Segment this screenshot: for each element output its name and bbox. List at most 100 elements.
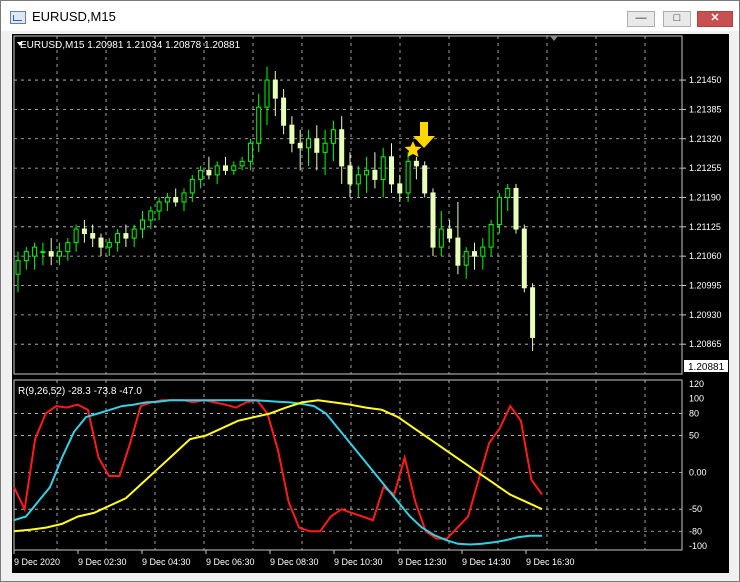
time-label: 9 Dec 04:30 [142, 557, 191, 567]
time-label: 9 Dec 2020 [14, 557, 60, 567]
candle [148, 206, 154, 230]
candle-body [48, 251, 54, 257]
candle [430, 188, 436, 257]
candle-body [247, 142, 253, 162]
candle-body [438, 228, 444, 248]
candle-body [57, 251, 62, 257]
candle-body [289, 124, 295, 144]
candle-body [40, 251, 46, 254]
candle-body [513, 187, 519, 230]
candle [223, 156, 228, 175]
price-tick-label: 1.20865 [689, 339, 722, 349]
candle-body [81, 228, 87, 235]
indicator-tick-label: 80 [689, 408, 699, 418]
candle-body [505, 187, 511, 198]
close-icon: ✕ [710, 12, 720, 24]
candle [81, 220, 87, 243]
candle-body [496, 196, 502, 226]
candle-body [430, 192, 436, 248]
terminal-window: EURUSD,M15 — □ ✕ 1.21450 1.21385 1.21320 1.… [0, 0, 740, 582]
candle [106, 238, 112, 257]
candle-body [339, 129, 345, 167]
candle [140, 211, 145, 239]
time-label: 9 Dec 08:30 [270, 557, 319, 567]
candle [364, 156, 370, 193]
candle-body [314, 138, 320, 153]
current-price-label: 1.20881 [688, 362, 725, 373]
candle [488, 220, 494, 257]
candle-body [397, 183, 403, 194]
candle [181, 188, 187, 211]
candle [90, 224, 96, 248]
candle-body [189, 178, 195, 194]
indicator-series-9 [13, 399, 543, 540]
chart-area[interactable]: 1.21450 1.21385 1.21320 1.21255 1.21190 1.211… [12, 34, 729, 573]
indicator-tick-label: 50 [689, 431, 699, 441]
candle-body [488, 224, 494, 248]
candle [247, 138, 253, 171]
candle-body [405, 160, 411, 194]
candle-body [198, 169, 204, 180]
candle-body [413, 160, 419, 167]
price-tick-label: 1.21255 [689, 163, 722, 173]
price-tick-label: 1.21125 [689, 222, 721, 232]
candle-body [131, 228, 137, 239]
candle [521, 224, 527, 293]
minimize-button[interactable]: — [627, 11, 655, 27]
candle-body [214, 165, 220, 176]
indicator-series-52 [13, 399, 543, 533]
candle-body [115, 233, 121, 244]
candle-body [65, 242, 71, 253]
indicator-tick-label: -100 [689, 541, 707, 551]
candle-body [181, 192, 187, 203]
candle-body [389, 156, 394, 185]
candle-body [463, 251, 469, 266]
candle [289, 116, 295, 153]
candle [189, 174, 195, 202]
maximize-button[interactable]: □ [663, 11, 691, 27]
price-tick-label: 1.21385 [689, 104, 722, 114]
candle [23, 247, 29, 270]
candle [330, 120, 336, 162]
candle [472, 242, 477, 270]
candle [530, 283, 536, 351]
candle [65, 238, 71, 261]
candle-body [23, 251, 29, 262]
chart-header: EURUSD,M15 1.20981 1.21034 1.20878 1.208… [20, 40, 241, 51]
candle [397, 174, 403, 202]
price-tick-label: 1.20930 [689, 310, 722, 320]
candle-body [347, 165, 353, 185]
candle [73, 224, 79, 252]
candle-body [447, 228, 453, 239]
candle-body [164, 196, 170, 203]
candle [438, 211, 444, 257]
candle-body [472, 251, 477, 257]
candle [264, 66, 270, 126]
candle [123, 224, 129, 248]
candle [32, 242, 38, 270]
star-icon [404, 141, 422, 157]
price-tick-label: 1.21060 [689, 251, 722, 261]
indicator-tick-label: -80 [689, 526, 702, 536]
candle [355, 165, 361, 198]
candle-body [223, 165, 228, 171]
candle [98, 233, 104, 257]
indicator-tick-label: 120 [689, 379, 704, 389]
indicator-tick-label: 100 [689, 394, 704, 404]
candle [57, 242, 62, 266]
candle [314, 125, 320, 171]
candle-body [98, 237, 104, 248]
candle-body [355, 174, 361, 185]
candle [339, 116, 345, 184]
candle [422, 161, 428, 198]
price-tick-label: 1.21320 [689, 134, 722, 144]
price-chart[interactable]: 1.21450 1.21385 1.21320 1.21255 1.21190 1.211… [12, 34, 729, 573]
candle-body [306, 138, 311, 149]
candle-body [206, 169, 212, 176]
candle [115, 229, 121, 252]
close-button[interactable]: ✕ [697, 11, 733, 27]
time-label: 9 Dec 06:30 [206, 557, 255, 567]
title-bar[interactable]: EURUSD,M15 — □ ✕ [1, 1, 739, 31]
candle-body [156, 201, 162, 212]
candle [48, 238, 54, 266]
